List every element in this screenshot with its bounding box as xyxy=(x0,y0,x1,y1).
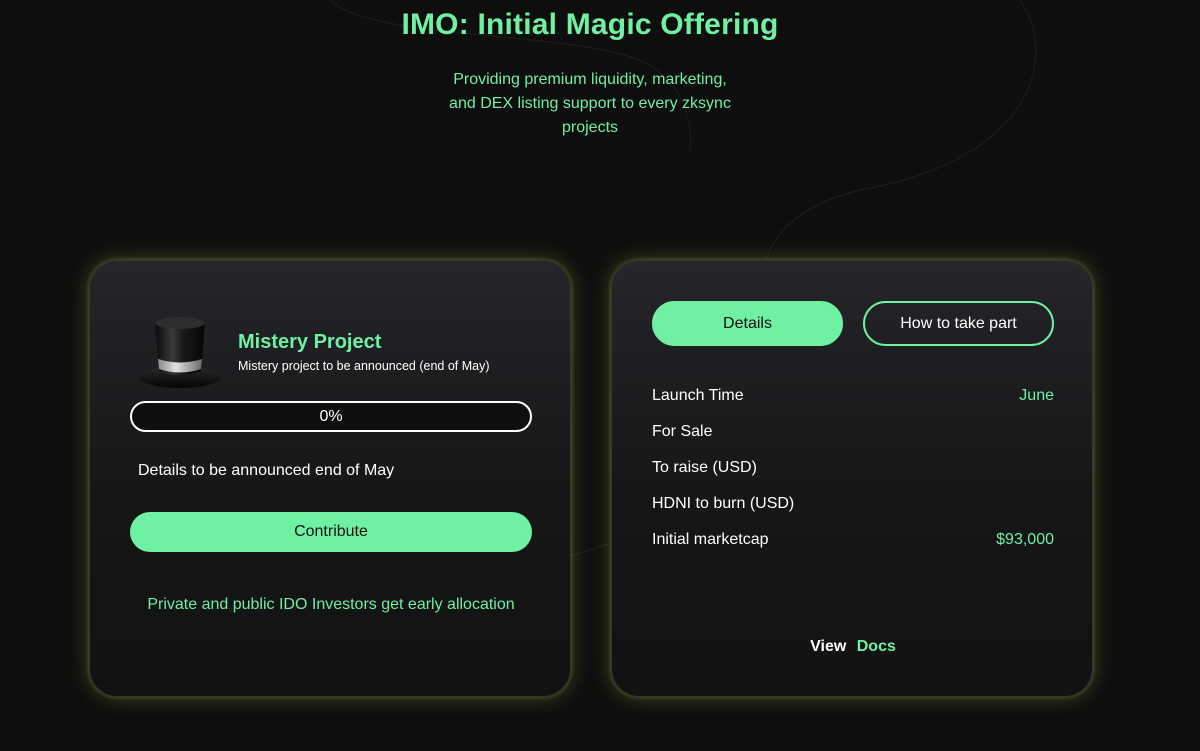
detail-label: Launch Time xyxy=(652,387,744,404)
detail-label: For Sale xyxy=(652,423,713,440)
detail-row-hdni-to-burn: HDNI to burn (USD) xyxy=(652,495,1054,531)
page-title: IMO: Initial Magic Offering xyxy=(401,8,779,41)
contribute-button[interactable]: Contribute xyxy=(130,512,532,552)
project-card: Mistery Project Mistery project to be an… xyxy=(89,260,571,697)
announcement-text: Details to be announced end of May xyxy=(138,462,395,479)
project-description: Mistery project to be announced (end of … xyxy=(238,359,490,373)
detail-row-initial-marketcap: Initial marketcap $93,000 xyxy=(652,531,1054,567)
detail-value: June xyxy=(1019,387,1054,404)
page-subtitle: Providing premium liquidity, marketing, … xyxy=(449,71,731,136)
progress-label: 0% xyxy=(319,408,343,425)
top-hat-icon xyxy=(139,317,221,388)
detail-row-to-raise: To raise (USD) xyxy=(652,459,1054,495)
detail-label: Initial marketcap xyxy=(652,531,769,548)
detail-value: $93,000 xyxy=(996,531,1054,548)
detail-row-for-sale: For Sale xyxy=(652,423,1054,459)
page: IMO: Initial Magic Offering Providing pr… xyxy=(0,0,1200,751)
allocation-note: Private and public IDO Investors get ear… xyxy=(147,596,515,613)
docs-view-label: View xyxy=(810,638,847,655)
docs-link[interactable]: Docs xyxy=(857,638,896,655)
tab-details[interactable]: Details xyxy=(652,301,843,346)
project-name: Mistery Project xyxy=(238,331,382,353)
detail-label: HDNI to burn (USD) xyxy=(652,495,795,512)
progress-bar: 0% xyxy=(130,401,532,432)
details-card: Details How to take part Launch Time Jun… xyxy=(611,260,1093,697)
docs-line: View Docs xyxy=(612,638,1094,656)
detail-row-launch-time: Launch Time June xyxy=(652,387,1054,423)
details-list: Launch Time June For Sale To raise (USD)… xyxy=(652,387,1054,567)
detail-label: To raise (USD) xyxy=(652,459,757,476)
tab-how-to-take-part[interactable]: How to take part xyxy=(863,301,1054,346)
